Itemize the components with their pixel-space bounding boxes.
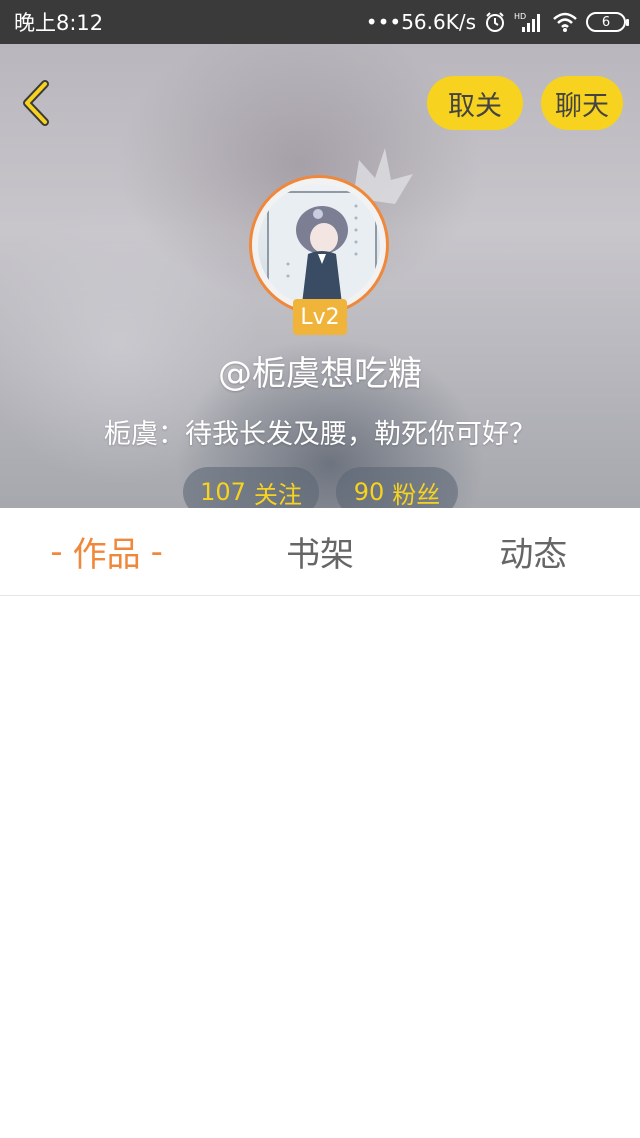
status-time: 晚上8:12 [14,11,104,35]
tab-activity-label: 动态 [499,535,568,575]
svg-text:HD: HD [514,12,526,21]
status-bar: 晚上8:12 •••56.6K/s HD 6 [0,0,640,44]
user-bio: 栀虞：待我长发及腰，勒死你可好？ [104,419,536,450]
tab-bookshelf[interactable]: 书架 [213,508,426,595]
chevron-left-icon [19,80,53,130]
tab-works[interactable]: - 作品 - [0,508,213,595]
tab-active-dash-right: - [150,531,163,572]
tab-content-area [0,596,640,1138]
level-badge: Lv2 [293,299,347,335]
tab-bookshelf-label: 书架 [285,535,354,575]
alarm-icon [484,11,506,33]
username: @栀虞想吃糖 [218,354,422,394]
fans-count-button[interactable]: 90 粉丝 [336,467,458,508]
following-count: 107 [200,478,246,506]
profile-tabs: - 作品 - 书架 动态 [0,508,640,596]
back-button[interactable] [14,80,58,130]
unfollow-button[interactable]: 取关 [427,76,523,130]
network-speed: •••56.6K/s [365,10,476,34]
tab-active-dash-left: - [50,531,63,572]
tab-works-label: 作品 [72,535,141,575]
fans-label: 粉丝 [392,480,441,509]
avatar-image [258,184,380,306]
profile-header: 取关 聊天 Lv2 @栀虞想吃糖 栀虞：待我长发及腰，勒死你可好？ 107 关注… [0,44,640,508]
following-label: 关注 [253,480,302,509]
following-count-button[interactable]: 107 关注 [183,467,319,508]
wifi-icon [552,11,578,33]
status-right: •••56.6K/s HD 6 [365,10,629,34]
chat-button[interactable]: 聊天 [541,76,623,130]
hd-signal-icon: HD [514,11,544,33]
fans-count: 90 [353,478,385,506]
battery-icon: 6 [586,12,629,32]
tab-activity[interactable]: 动态 [427,508,640,595]
avatar[interactable] [249,175,389,315]
battery-level: 6 [601,14,611,30]
